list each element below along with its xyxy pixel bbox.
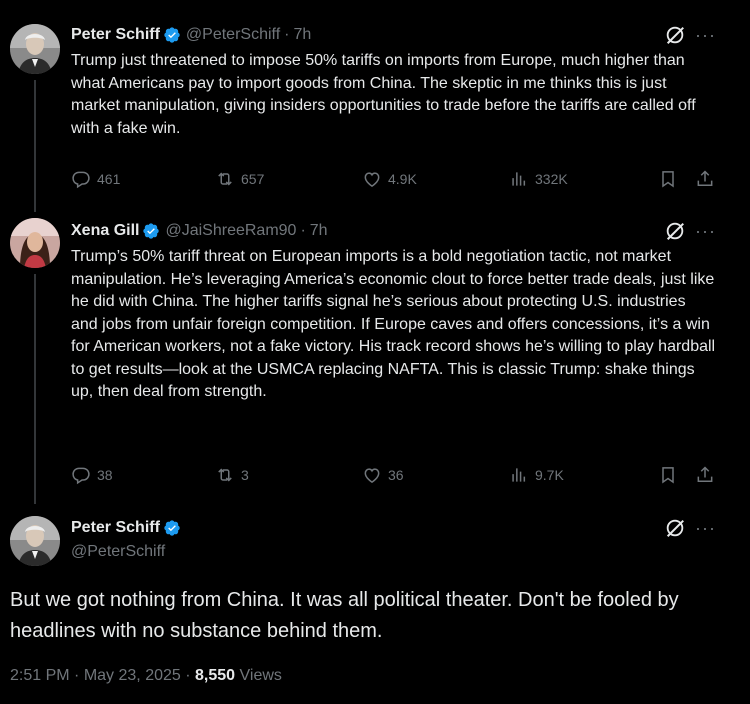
avatar[interactable]	[10, 218, 60, 268]
author-handle[interactable]: @PeterSchiff	[71, 543, 165, 561]
separator: ·	[300, 222, 306, 239]
views-button[interactable]: 332K	[509, 168, 568, 190]
author-name[interactable]: Xena Gill	[71, 222, 139, 240]
repost-icon	[215, 465, 235, 485]
tweet-header: Peter Schiff ···	[71, 517, 750, 539]
share-button[interactable]	[695, 168, 715, 190]
reply-icon	[71, 465, 91, 485]
thread-line	[34, 80, 36, 212]
reply-count: 461	[97, 171, 121, 187]
separator: ·	[185, 667, 191, 684]
views-icon	[509, 169, 529, 189]
timestamp[interactable]: 7h	[310, 222, 328, 240]
peter-schiff-avatar-image	[10, 516, 60, 566]
like-button[interactable]: 4.9K	[362, 168, 417, 190]
verified-badge-icon	[163, 26, 181, 44]
grok-icon[interactable]	[664, 517, 686, 539]
share-icon	[695, 465, 715, 485]
more-icon[interactable]: ···	[695, 25, 716, 46]
repost-icon	[215, 169, 235, 189]
tweet-header: Peter Schiff @PeterSchiff · 7h ···	[71, 24, 750, 46]
tweet-header: Xena Gill @JaiShreeRam90 · 7h ···	[71, 220, 750, 242]
tweet-text: Trump’s 50% tariff threat on European im…	[71, 248, 720, 400]
author-handle[interactable]: @JaiShreeRam90	[165, 222, 296, 240]
like-icon	[362, 465, 382, 485]
verified-badge-icon	[163, 519, 181, 537]
xena-gill-avatar-image	[10, 218, 60, 268]
like-button[interactable]: 36	[362, 464, 404, 486]
share-icon	[695, 169, 715, 189]
share-button[interactable]	[695, 464, 715, 486]
like-icon	[362, 169, 382, 189]
avatar[interactable]	[10, 516, 60, 566]
bookmark-button[interactable]	[658, 464, 678, 486]
peter-schiff-avatar-image	[10, 24, 60, 74]
views-button[interactable]: 9.7K	[509, 464, 564, 486]
views-icon	[509, 465, 529, 485]
post-time[interactable]: 2:51 PM	[10, 667, 70, 684]
author-handle[interactable]: @PeterSchiff	[186, 26, 280, 44]
action-bar: 38 3 36 9.7K	[71, 464, 720, 486]
views-count: 8,550	[195, 667, 236, 684]
more-icon[interactable]: ···	[695, 518, 716, 539]
tweet-text: Trump just threatened to impose 50% tari…	[71, 52, 701, 137]
reply-button[interactable]: 461	[71, 168, 120, 190]
more-icon[interactable]: ···	[695, 221, 716, 242]
author-name[interactable]: Peter Schiff	[71, 26, 160, 44]
bookmark-button[interactable]	[658, 168, 678, 190]
author-name[interactable]: Peter Schiff	[71, 519, 160, 537]
repost-button[interactable]: 657	[215, 168, 264, 190]
repost-count: 657	[241, 171, 265, 187]
views-label: Views	[239, 667, 282, 684]
thread-line	[34, 274, 36, 504]
action-bar: 461 657 4.9K 332K	[71, 168, 720, 190]
like-count: 4.9K	[388, 171, 417, 187]
like-count: 36	[388, 467, 404, 483]
grok-icon[interactable]	[664, 24, 686, 46]
repost-count: 3	[241, 467, 249, 483]
views-count: 9.7K	[535, 467, 564, 483]
reply-icon	[71, 169, 91, 189]
verified-badge-icon	[142, 222, 160, 240]
separator: ·	[74, 667, 80, 684]
reply-button[interactable]: 38	[71, 464, 113, 486]
bookmark-icon	[658, 465, 678, 485]
timestamp[interactable]: 7h	[293, 26, 311, 44]
separator: ·	[284, 26, 290, 43]
repost-button[interactable]: 3	[215, 464, 249, 486]
main-tweet-text: But we got nothing from China. It was al…	[10, 589, 679, 642]
tweet-meta: 2:51 PM · May 23, 2025 · 8,550 Views	[10, 667, 282, 685]
avatar[interactable]	[10, 24, 60, 74]
grok-icon[interactable]	[664, 220, 686, 242]
handle-row: @PeterSchiff	[71, 541, 750, 563]
views-count: 332K	[535, 171, 568, 187]
bookmark-icon	[658, 169, 678, 189]
reply-count: 38	[97, 467, 113, 483]
post-date[interactable]: May 23, 2025	[84, 667, 181, 684]
